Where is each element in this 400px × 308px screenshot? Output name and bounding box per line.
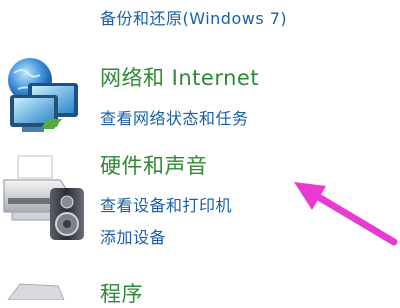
- view-devices-printers-link[interactable]: 查看设备和打印机: [100, 192, 232, 216]
- pink-arrow-icon: [288, 170, 400, 254]
- add-device-link[interactable]: 添加设备: [100, 224, 166, 248]
- network-icon[interactable]: [0, 55, 90, 140]
- hardware-sound-link[interactable]: 硬件和声音: [100, 150, 208, 180]
- view-network-status-link[interactable]: 查看网络状态和任务: [100, 105, 249, 129]
- backup-restore-link[interactable]: 备份和还原(Windows 7): [100, 5, 287, 29]
- programs-icon[interactable]: [0, 272, 70, 300]
- network-internet-link[interactable]: 网络和 Internet: [100, 62, 259, 92]
- control-panel-category-view: 备份和还原(Windows 7) 网络和 Internet 查看网络状态和任务 …: [0, 0, 400, 306]
- programs-link[interactable]: 程序: [100, 278, 143, 308]
- printer-speaker-icon[interactable]: [0, 150, 92, 245]
